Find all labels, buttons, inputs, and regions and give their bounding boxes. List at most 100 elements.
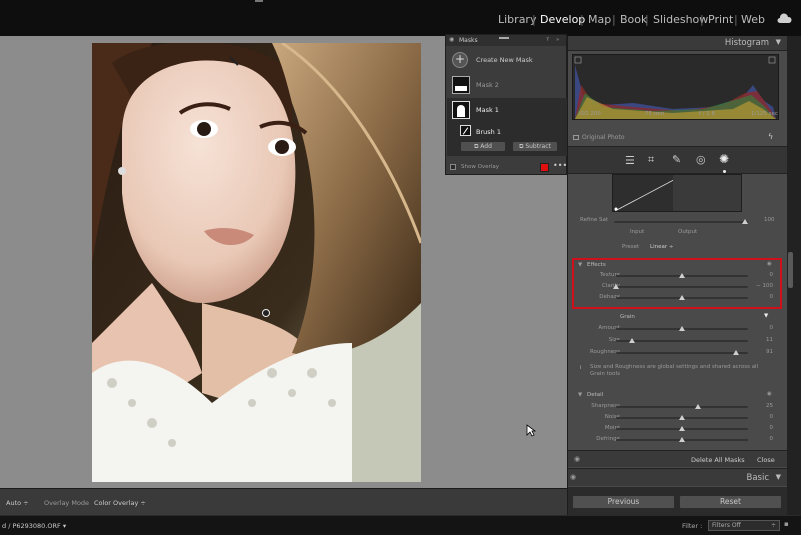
grain-title: Grain bbox=[620, 314, 635, 320]
detail-slider-thumb[interactable] bbox=[679, 415, 685, 420]
mask1-label[interactable]: Mask 1 bbox=[476, 106, 499, 114]
healing-icon[interactable]: ✎ bbox=[672, 153, 681, 166]
grain-slider-label: Roughness bbox=[589, 349, 620, 355]
photo[interactable] bbox=[92, 43, 421, 482]
effects-slider-thumb[interactable] bbox=[679, 295, 685, 300]
mask1-thumbnail[interactable] bbox=[452, 101, 470, 119]
scrollbar-thumb[interactable] bbox=[788, 252, 793, 288]
module-separator: | bbox=[734, 13, 738, 26]
input-label: Input bbox=[630, 229, 645, 235]
red-eye-icon[interactable]: ◎ bbox=[696, 153, 706, 166]
filmstrip-bar: d / P6293080.ORF ▾ Filter : Filters Off … bbox=[0, 516, 801, 535]
refine-sat-thumb[interactable] bbox=[742, 219, 748, 224]
detail-slider-thumb[interactable] bbox=[679, 437, 685, 442]
subtract-button[interactable]: ⧉ Subtract bbox=[512, 141, 558, 152]
overlay-mode-label: Overlay Mode bbox=[44, 499, 90, 507]
eye-icon[interactable]: ◉ bbox=[449, 36, 454, 43]
detail-slider-value: 0 bbox=[769, 436, 774, 442]
refine-sat-track[interactable] bbox=[614, 221, 748, 223]
detail-slider-label: Sharpness bbox=[591, 403, 620, 409]
effects-eye-icon[interactable]: ◉ bbox=[767, 261, 772, 267]
grain-triangle-icon[interactable]: ▼ bbox=[764, 313, 768, 319]
module-library[interactable]: Library bbox=[498, 13, 536, 26]
reset-button[interactable]: Reset bbox=[679, 495, 782, 509]
grain-slider-label: Amount bbox=[598, 325, 620, 331]
effects-triangle-icon[interactable]: ▼ bbox=[578, 262, 582, 268]
panel-scrollbar[interactable] bbox=[787, 36, 801, 515]
module-map[interactable]: Map bbox=[588, 13, 611, 26]
detail-triangle-icon[interactable]: ▼ bbox=[578, 392, 582, 398]
show-overlay-label: Show Overlay bbox=[461, 164, 499, 170]
auto-dropdown[interactable]: Auto ÷ bbox=[6, 499, 29, 507]
module-develop[interactable]: Develop bbox=[540, 13, 585, 26]
right-panel: Histogram ▼ ISO 200 75 mm f / 1.8 1/125 … bbox=[567, 36, 787, 515]
brush-icon[interactable] bbox=[460, 125, 471, 136]
create-new-mask[interactable]: Create New Mask bbox=[476, 56, 533, 64]
module-book[interactable]: Book bbox=[620, 13, 647, 26]
detail-slider-label: Noise bbox=[604, 414, 620, 420]
previous-button[interactable]: Previous bbox=[572, 495, 675, 509]
bottom-buttons: Previous Reset bbox=[568, 487, 787, 515]
add-icon: ⧉ bbox=[474, 143, 479, 150]
brush1-label[interactable]: Brush 1 bbox=[476, 128, 501, 136]
grain-slider-track[interactable] bbox=[616, 352, 748, 354]
basic-collapse-icon[interactable]: ▼ bbox=[776, 473, 781, 481]
mask2-thumbnail[interactable] bbox=[452, 76, 470, 94]
detail-slider-thumb[interactable] bbox=[695, 404, 701, 409]
effects-slider-track[interactable] bbox=[616, 286, 748, 288]
cloud-icon[interactable] bbox=[776, 13, 792, 24]
crop-icon[interactable]: ⌗ bbox=[648, 153, 654, 167]
preset-label: Preset bbox=[622, 244, 640, 250]
detail-eye-icon[interactable]: ◉ bbox=[767, 391, 772, 397]
grain-slider-label: Size bbox=[608, 337, 620, 343]
effects-slider-value: 0 bbox=[769, 272, 774, 278]
shutter-speed: 1/125 sec bbox=[751, 111, 778, 117]
filter-dropdown[interactable]: Filters Off ÷ bbox=[708, 520, 780, 531]
more-options-icon[interactable]: ••• bbox=[553, 161, 567, 170]
show-overlay-checkbox[interactable] bbox=[450, 164, 456, 170]
grain-slider-thumb[interactable] bbox=[733, 350, 739, 355]
detail-slider-label: Moiré bbox=[604, 425, 620, 431]
effects-slider-thumb[interactable] bbox=[679, 273, 685, 278]
tool-strip: ☰ ⌗ ✎ ◎ ✺ bbox=[568, 146, 787, 174]
overlay-mode-dropdown[interactable]: Color Overlay ÷ bbox=[94, 499, 146, 507]
histogram-header[interactable]: Histogram ▼ bbox=[568, 36, 787, 51]
basic-header[interactable]: ◉ Basic ▼ bbox=[568, 468, 787, 486]
mask-footer: ◉ Delete All Masks Close bbox=[568, 450, 787, 467]
basic-toggle-icon[interactable]: ◉ bbox=[570, 473, 576, 481]
edit-sliders-icon[interactable]: ☰ bbox=[625, 154, 635, 167]
add-button[interactable]: ⧉ Add bbox=[460, 141, 506, 152]
add-mask-icon[interactable]: + bbox=[452, 52, 468, 68]
grain-slider-thumb[interactable] bbox=[679, 326, 685, 331]
masking-icon[interactable]: ✺ bbox=[719, 152, 729, 166]
drag-handle[interactable] bbox=[499, 37, 509, 39]
module-web[interactable]: Web bbox=[741, 13, 765, 26]
mask2-label[interactable]: Mask 2 bbox=[476, 81, 499, 89]
overlay-color-swatch[interactable] bbox=[540, 163, 549, 172]
filter-lock-icon[interactable]: ▪ bbox=[784, 520, 789, 528]
footer-eye-icon[interactable]: ◉ bbox=[574, 455, 580, 463]
preset-dropdown[interactable]: Linear ÷ bbox=[650, 244, 673, 250]
effects-title: Effects bbox=[587, 262, 606, 268]
module-separator: | bbox=[580, 13, 584, 26]
filename-dropdown[interactable]: d / P6293080.ORF ▾ bbox=[2, 522, 66, 530]
subtract-icon: ⧉ bbox=[519, 143, 524, 150]
grain-slider-track[interactable] bbox=[616, 340, 748, 342]
close-button[interactable]: Close bbox=[757, 456, 775, 464]
module-print[interactable]: Print bbox=[708, 13, 733, 26]
detail-slider-track[interactable] bbox=[616, 406, 748, 408]
effects-slider-thumb[interactable] bbox=[613, 284, 619, 289]
subtract-button-label: Subtract bbox=[525, 143, 551, 150]
collapse-triangle-icon[interactable]: ▼ bbox=[776, 38, 781, 46]
tone-curve[interactable] bbox=[612, 174, 742, 212]
detail-title: Detail bbox=[587, 392, 604, 398]
effects-slider-label: Dehaze bbox=[599, 294, 620, 300]
collapse-icon[interactable]: » bbox=[556, 37, 559, 43]
grain-slider-thumb[interactable] bbox=[629, 338, 635, 343]
help-icon[interactable]: ? bbox=[546, 37, 549, 43]
filter-value: Filters Off bbox=[712, 522, 741, 529]
grain-note: Size and Roughness are global settings a… bbox=[590, 364, 759, 377]
detail-slider-thumb[interactable] bbox=[679, 426, 685, 431]
grain-slider-value: 0 bbox=[769, 325, 774, 331]
delete-all-masks-button[interactable]: Delete All Masks bbox=[691, 456, 745, 464]
